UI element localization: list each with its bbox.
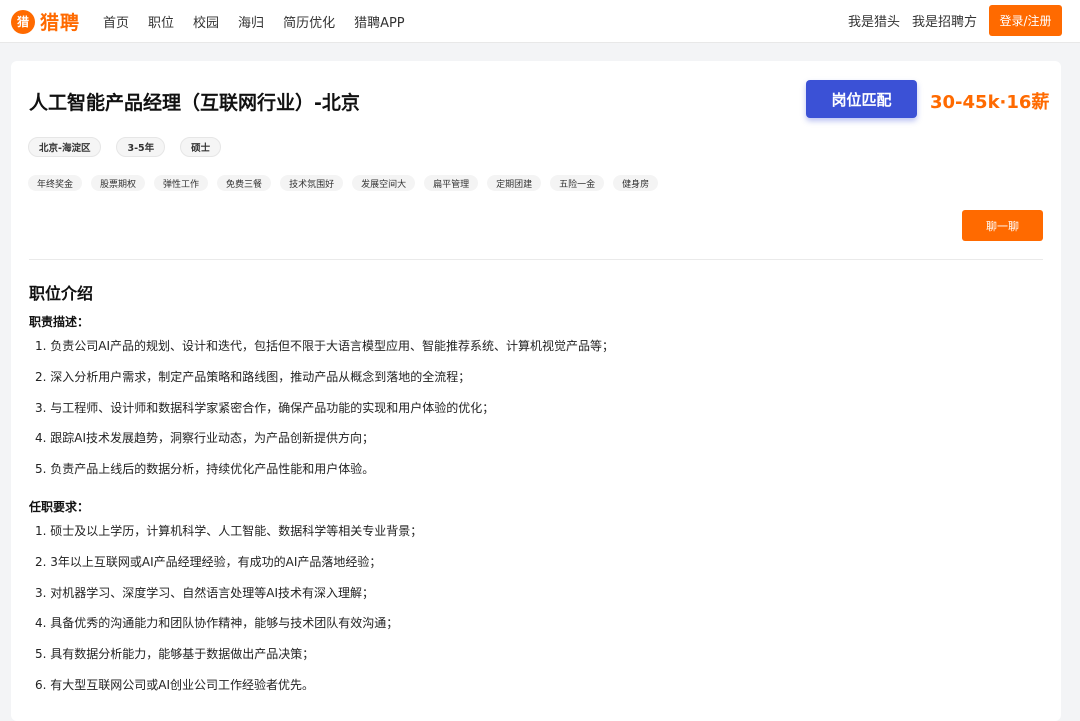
requirements-heading: 任职要求： xyxy=(29,500,90,514)
benefit-tag: 技术氛围好 xyxy=(280,175,344,191)
benefit-tags: 年终奖金 股票期权 弹性工作 免费三餐 技术氛围好 发展空间大 扁平管理 定期团… xyxy=(28,175,667,191)
tag-education: 硕士 xyxy=(180,137,222,157)
benefit-tag: 年终奖金 xyxy=(28,175,83,191)
nav-jobs[interactable]: 职位 xyxy=(148,12,174,31)
duty-item: 1. 负责公司AI产品的规划、设计和迭代，包括但不限于大语言模型应用、智能推荐系… xyxy=(35,339,615,353)
chat-button[interactable]: 聊一聊 xyxy=(962,210,1043,241)
main-nav: 首页 职位 校园 海归 简历优化 猎聘APP xyxy=(103,12,424,31)
requirement-item: 2. 3年以上互联网或AI产品经理经验，有成功的AI产品落地经验； xyxy=(35,554,382,569)
site-logo[interactable]: 猎 猎聘 xyxy=(11,8,80,35)
benefit-tag: 定期团建 xyxy=(487,175,542,191)
job-intro-heading: 职位介绍 xyxy=(29,284,94,303)
headhunter-link[interactable]: 我是猎头 xyxy=(848,11,900,30)
benefit-tag: 免费三餐 xyxy=(217,175,272,191)
requirement-item: 6. 有大型互联网公司或AI创业公司工作经验者优先。 xyxy=(35,677,315,692)
header-actions: 我是猎头 我是招聘方 登录/注册 xyxy=(848,5,1062,36)
job-detail-card: 人工智能产品经理（互联网行业）-北京 岗位匹配 30-45k·16薪 北京-海淀… xyxy=(11,61,1061,721)
benefit-tag: 扁平管理 xyxy=(424,175,479,191)
nav-campus[interactable]: 校园 xyxy=(193,12,219,31)
requirements-list: 1. 硕士及以上学历，计算机科学、人工智能、数据科学等相关专业背景； 2. 3年… xyxy=(35,523,422,708)
logo-icon: 猎 xyxy=(11,9,35,34)
benefit-tag: 健身房 xyxy=(613,175,659,191)
top-navigation: 猎 猎聘 首页 职位 校园 海归 简历优化 猎聘APP 我是猎头 我是招聘方 登… xyxy=(0,0,1080,43)
duty-item: 4. 跟踪AI技术发展趋势，洞察行业动态，为产品创新提供方向； xyxy=(35,431,375,446)
duties-heading: 职责描述： xyxy=(29,315,90,329)
nav-resume-optimize[interactable]: 简历优化 xyxy=(283,12,335,31)
requirement-item: 3. 对机器学习、深度学习、自然语言处理等AI技术有深入理解； xyxy=(35,585,375,600)
benefit-tag: 弹性工作 xyxy=(154,175,209,191)
duty-item: 5. 负责产品上线后的数据分析，持续优化产品性能和用户体验。 xyxy=(35,462,375,477)
recruiter-link[interactable]: 我是招聘方 xyxy=(912,11,977,30)
salary: 30-45k·16薪 xyxy=(930,92,1050,113)
benefit-tag: 五险一金 xyxy=(550,175,605,191)
nav-app[interactable]: 猎聘APP xyxy=(354,12,405,31)
requirement-item: 5. 具有数据分析能力，能够基于数据做出产品决策； xyxy=(35,647,315,662)
nav-overseas[interactable]: 海归 xyxy=(238,12,264,31)
tag-experience: 3-5年 xyxy=(116,137,166,157)
duty-item: 3. 与工程师、设计师和数据科学家紧密合作，确保产品功能的实现和用户体验的优化； xyxy=(35,400,495,415)
nav-home[interactable]: 首页 xyxy=(103,12,129,31)
duties-list: 1. 负责公司AI产品的规划、设计和迭代，包括但不限于大语言模型应用、智能推荐系… xyxy=(35,338,614,492)
benefit-tag: 股票期权 xyxy=(91,175,146,191)
job-match-button[interactable]: 岗位匹配 xyxy=(806,80,917,118)
benefit-tag: 发展空间大 xyxy=(352,175,416,191)
section-divider xyxy=(29,259,1043,260)
duty-item: 2. 深入分析用户需求，制定产品策略和路线图，推动产品从概念到落地的全流程； xyxy=(35,369,471,384)
requirement-item: 4. 具备优秀的沟通能力和团队协作精神，能够与技术团队有效沟通； xyxy=(35,616,399,631)
requirement-item: 1. 硕士及以上学历，计算机科学、人工智能、数据科学等相关专业背景； xyxy=(35,524,423,538)
tag-location: 北京-海淀区 xyxy=(28,137,102,157)
logo-text: 猎聘 xyxy=(40,12,81,34)
login-register-button[interactable]: 登录/注册 xyxy=(989,5,1062,36)
job-basic-tags: 北京-海淀区 3-5年 硕士 xyxy=(28,137,236,157)
job-title: 人工智能产品经理（互联网行业）-北京 xyxy=(29,92,360,114)
